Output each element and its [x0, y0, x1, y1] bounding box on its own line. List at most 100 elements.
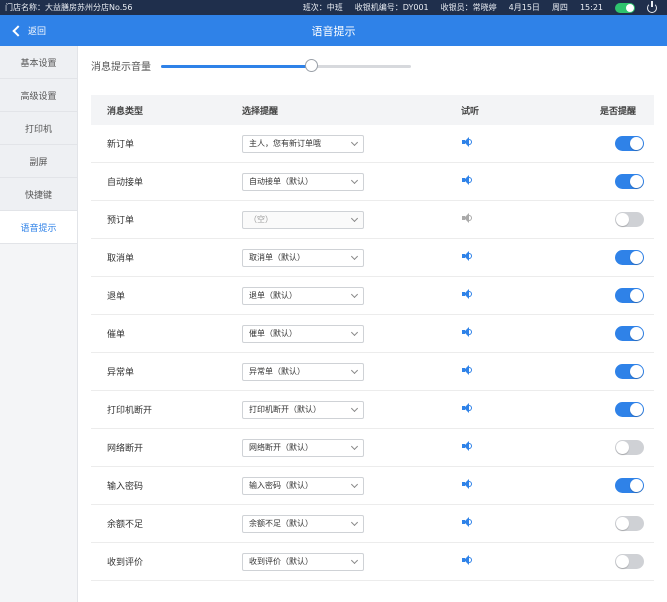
- power-icon[interactable]: [647, 0, 657, 13]
- weekday-label: 周四: [551, 3, 568, 12]
- back-label: 返回: [28, 27, 47, 37]
- chevron-down-icon: [350, 480, 359, 489]
- enabled-cell: [556, 288, 654, 303]
- message-type: 自动接单: [107, 178, 144, 188]
- sidebar-item[interactable]: 打印机: [0, 112, 77, 145]
- enabled-cell: [556, 554, 654, 569]
- reminder-select-value: 自动接单（默认）: [249, 177, 313, 186]
- sidebar-item[interactable]: 高级设置: [0, 79, 77, 112]
- chevron-down-icon: [350, 138, 359, 147]
- reminder-select-value: 取消单（默认）: [249, 253, 305, 262]
- remind-toggle[interactable]: [615, 174, 644, 189]
- reminder-cell: 自动接单（默认）: [226, 172, 416, 191]
- reminder-select[interactable]: 网络断开（默认）: [242, 438, 364, 457]
- remind-toggle[interactable]: [615, 326, 644, 341]
- table-row: 催单 催单（默认）: [91, 315, 654, 353]
- message-type: 异常单: [107, 368, 135, 378]
- message-type: 输入密码: [107, 482, 144, 492]
- chevron-down-icon: [350, 404, 359, 413]
- reminder-select[interactable]: 打印机断开（默认）: [242, 400, 364, 419]
- preview-cell: [416, 175, 556, 188]
- sidebar: 基本设置 高级设置 打印机 副屏 快捷键 语音提示: [0, 46, 78, 602]
- message-type: 打印机断开: [107, 406, 153, 416]
- reminder-cell: 输入密码（默认）: [226, 476, 416, 495]
- speaker-icon[interactable]: [462, 137, 473, 147]
- sidebar-item[interactable]: 基本设置: [0, 46, 77, 79]
- reminder-select[interactable]: 取消单（默认）: [242, 248, 364, 267]
- header-reminder: 选择提醒: [242, 106, 279, 117]
- enabled-cell: [556, 478, 654, 493]
- enabled-cell: [556, 402, 654, 417]
- enabled-cell: [556, 364, 654, 379]
- table-body: 新订单 主人，您有新订单哦 自动接单 自动接单（默认） 预订单 （空） 取消单 取消单（默认）…: [91, 125, 654, 581]
- reminder-select[interactable]: 退单（默认）: [242, 286, 364, 305]
- message-type: 新订单: [107, 140, 135, 150]
- slider-thumb[interactable]: [305, 58, 318, 72]
- remind-toggle[interactable]: [615, 554, 644, 569]
- settings-table: 消息类型 选择提醒 试听 是否提醒 新订单 主人，您有新订单哦 自动接单 自动接单（默…: [91, 95, 654, 581]
- reminder-select[interactable]: 余额不足（默认）: [242, 514, 364, 533]
- reminder-select[interactable]: 异常单（默认）: [242, 362, 364, 381]
- reminder-select[interactable]: 收到评价（默认）: [242, 552, 364, 571]
- speaker-icon[interactable]: [462, 327, 473, 337]
- speaker-icon[interactable]: [462, 403, 473, 413]
- speaker-icon[interactable]: [462, 555, 473, 565]
- remind-toggle[interactable]: [615, 440, 644, 455]
- reminder-cell: 收到评价（默认）: [226, 552, 416, 571]
- preview-cell: [416, 251, 556, 264]
- time-label: 15:21: [579, 3, 603, 12]
- chevron-down-icon: [350, 366, 359, 375]
- preview-cell: [416, 137, 556, 150]
- reminder-cell: 取消单（默认）: [226, 248, 416, 267]
- sidebar-item[interactable]: 快捷键: [0, 178, 77, 211]
- speaker-icon[interactable]: [462, 251, 473, 261]
- speaker-icon[interactable]: [462, 213, 473, 223]
- reminder-select-value: 退单（默认）: [249, 291, 297, 300]
- chevron-down-icon: [350, 252, 359, 261]
- speaker-icon[interactable]: [462, 479, 473, 489]
- remind-toggle[interactable]: [615, 478, 644, 493]
- preview-cell: [416, 327, 556, 340]
- store-name: 门店名称：大益膳房苏州分店No.56: [5, 3, 133, 12]
- remind-toggle[interactable]: [615, 364, 644, 379]
- remind-toggle[interactable]: [615, 402, 644, 417]
- sidebar-item[interactable]: 副屏: [0, 145, 77, 178]
- back-button[interactable]: 返回: [12, 15, 47, 46]
- reminder-select-value: 输入密码（默认）: [249, 481, 313, 490]
- table-row: 网络断开 网络断开（默认）: [91, 429, 654, 467]
- volume-slider[interactable]: [161, 58, 411, 73]
- speaker-icon[interactable]: [462, 289, 473, 299]
- remind-toggle[interactable]: [615, 288, 644, 303]
- reminder-select-value: 打印机断开（默认）: [249, 405, 321, 414]
- enabled-cell: [556, 212, 654, 227]
- reminder-cell: （空）: [226, 210, 416, 229]
- speaker-icon[interactable]: [462, 441, 473, 451]
- speaker-icon[interactable]: [462, 175, 473, 185]
- remind-toggle[interactable]: [615, 136, 644, 151]
- reminder-select[interactable]: （空）: [242, 210, 364, 229]
- chevron-left-icon: [12, 24, 24, 37]
- reminder-select[interactable]: 催单（默认）: [242, 324, 364, 343]
- remind-toggle[interactable]: [615, 212, 644, 227]
- reminder-select[interactable]: 输入密码（默认）: [242, 476, 364, 495]
- speaker-icon[interactable]: [462, 517, 473, 527]
- message-type: 收到评价: [107, 558, 144, 568]
- online-status-toggle[interactable]: [615, 2, 635, 13]
- reminder-cell: 退单（默认）: [226, 286, 416, 305]
- sidebar-item[interactable]: 语音提示: [0, 211, 77, 244]
- table-row: 新订单 主人，您有新订单哦: [91, 125, 654, 163]
- table-row: 异常单 异常单（默认）: [91, 353, 654, 391]
- reminder-select-value: 催单（默认）: [249, 329, 297, 338]
- reminder-select[interactable]: 自动接单（默认）: [242, 172, 364, 191]
- reminder-cell: 异常单（默认）: [226, 362, 416, 381]
- reminder-select[interactable]: 主人，您有新订单哦: [242, 134, 364, 153]
- preview-cell: [416, 365, 556, 378]
- status-bar: 门店名称：大益膳房苏州分店No.56 班次：中班 收银机编号：DY001 收银员…: [0, 0, 667, 15]
- reminder-select-value: 收到评价（默认）: [249, 557, 313, 566]
- table-row: 收到评价 收到评价（默认）: [91, 543, 654, 581]
- message-type: 退单: [107, 292, 126, 302]
- remind-toggle[interactable]: [615, 516, 644, 531]
- table-row: 余额不足 余额不足（默认）: [91, 505, 654, 543]
- speaker-icon[interactable]: [462, 365, 473, 375]
- remind-toggle[interactable]: [615, 250, 644, 265]
